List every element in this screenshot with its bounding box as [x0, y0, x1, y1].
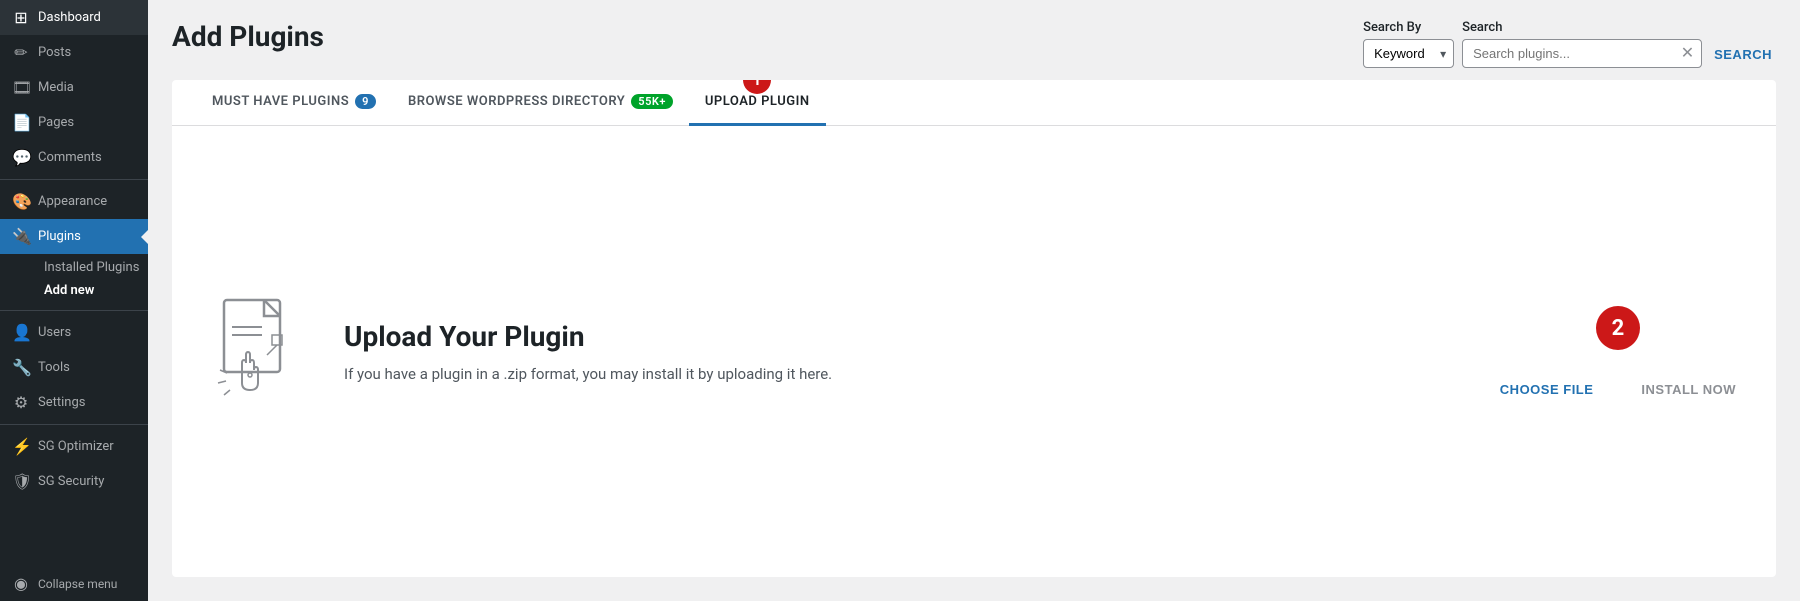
sidebar-item-plugins[interactable]: 🔌 Plugins	[0, 219, 148, 254]
search-area: Search By Keyword Author Tag Search ✕ SE…	[1363, 20, 1776, 68]
sidebar-item-users[interactable]: 👤 Users	[0, 315, 148, 350]
install-now-button[interactable]: INSTALL NOW	[1641, 382, 1736, 397]
sidebar: ⊞ Dashboard ✏ Posts 🎞 Media 📄 Pages 💬 Co…	[0, 0, 148, 601]
page-title: Add Plugins	[172, 20, 324, 53]
sidebar-item-pages[interactable]: 📄 Pages	[0, 105, 148, 140]
upload-description: If you have a plugin in a .zip format, y…	[344, 365, 1468, 383]
tabs: MUST HAVE PLUGINS 9 BROWSE WORDPRESS DIR…	[172, 80, 1776, 126]
main-content: Add Plugins Search By Keyword Author Tag…	[148, 0, 1800, 601]
tab-browse[interactable]: BROWSE WORDPRESS DIRECTORY 55K+	[392, 80, 689, 126]
sidebar-divider	[0, 179, 148, 180]
sg-security-icon: 🛡	[12, 472, 30, 491]
comments-icon: 💬	[12, 148, 30, 167]
upload-actions: 2 CHOOSE FILE INSTALL NOW	[1500, 306, 1736, 397]
sidebar-item-media[interactable]: 🎞 Media	[0, 70, 148, 105]
sidebar-divider-2	[0, 310, 148, 311]
sidebar-item-settings[interactable]: ⚙ Settings	[0, 385, 148, 420]
search-label: Search	[1462, 20, 1702, 35]
sidebar-item-comments[interactable]: 💬 Comments	[0, 140, 148, 175]
search-by-group: Search By Keyword Author Tag	[1363, 20, 1454, 68]
sidebar-item-label: Settings	[38, 395, 85, 410]
upload-text-area: Upload Your Plugin If you have a plugin …	[344, 320, 1468, 383]
sidebar-item-label: Media	[38, 80, 74, 95]
upload-plugin-icon	[212, 295, 312, 409]
sidebar-item-sg-security[interactable]: 🛡 SG Security	[0, 464, 148, 499]
upload-panel: Upload Your Plugin If you have a plugin …	[172, 126, 1776, 577]
sidebar-submenu-installed-plugins[interactable]: Installed Plugins	[36, 256, 148, 279]
tab-must-have[interactable]: MUST HAVE PLUGINS 9	[196, 80, 392, 126]
tab-upload[interactable]: 1 UPLOAD PLUGIN	[689, 80, 826, 126]
sidebar-item-label: Pages	[38, 115, 74, 130]
sidebar-item-sg-optimizer[interactable]: ⚡ SG Optimizer	[0, 429, 148, 464]
sidebar-submenu-add-new[interactable]: Add new	[36, 279, 148, 302]
sidebar-item-label: Dashboard	[38, 10, 101, 25]
pages-icon: 📄	[12, 113, 30, 132]
sidebar-item-label: Appearance	[38, 194, 107, 209]
search-group: Search ✕	[1462, 20, 1702, 68]
collapse-icon: ◉	[12, 574, 30, 593]
tab-step-badge: 1	[743, 80, 771, 94]
sidebar-item-label: SG Optimizer	[38, 439, 114, 454]
sidebar-item-label: Posts	[38, 45, 71, 60]
sidebar-item-posts[interactable]: ✏ Posts	[0, 35, 148, 70]
content-area: MUST HAVE PLUGINS 9 BROWSE WORDPRESS DIR…	[172, 80, 1776, 577]
search-by-select-wrapper: Keyword Author Tag	[1363, 39, 1454, 68]
sidebar-divider-3	[0, 424, 148, 425]
sidebar-bottom: ◉ Collapse menu	[0, 566, 148, 601]
sidebar-item-appearance[interactable]: 🎨 Appearance	[0, 184, 148, 219]
sidebar-submenu-plugins: Installed Plugins Add new	[0, 254, 148, 306]
search-button[interactable]: SEARCH	[1710, 41, 1776, 68]
tab-must-have-badge: 9	[355, 94, 376, 109]
sidebar-item-label: Plugins	[38, 229, 81, 244]
tools-icon: 🔧	[12, 358, 30, 377]
sidebar-item-label: Users	[38, 325, 71, 340]
search-clear-button[interactable]: ✕	[1681, 46, 1694, 62]
action-buttons: CHOOSE FILE INSTALL NOW	[1500, 382, 1736, 397]
appearance-icon: 🎨	[12, 192, 30, 211]
step2-badge: 2	[1596, 306, 1640, 350]
dashboard-icon: ⊞	[12, 8, 30, 27]
search-by-label: Search By	[1363, 20, 1454, 35]
sidebar-item-label: SG Security	[38, 474, 104, 489]
sidebar-item-label: Comments	[38, 150, 102, 165]
sg-optimizer-icon: ⚡	[12, 437, 30, 456]
tab-browse-badge: 55K+	[631, 94, 673, 109]
choose-file-button[interactable]: CHOOSE FILE	[1500, 382, 1594, 397]
sidebar-active-indicator	[141, 229, 148, 245]
sidebar-collapse[interactable]: ◉ Collapse menu	[0, 566, 148, 601]
page-header: Add Plugins Search By Keyword Author Tag…	[148, 0, 1800, 80]
tab-must-have-label: MUST HAVE PLUGINS	[212, 94, 349, 109]
settings-icon: ⚙	[12, 393, 30, 412]
search-input-wrapper: ✕	[1462, 39, 1702, 68]
posts-icon: ✏	[12, 43, 30, 62]
upload-title: Upload Your Plugin	[344, 320, 1468, 353]
search-input[interactable]	[1462, 39, 1702, 68]
tab-browse-label: BROWSE WORDPRESS DIRECTORY	[408, 94, 625, 109]
users-icon: 👤	[12, 323, 30, 342]
plugins-icon: 🔌	[12, 227, 30, 246]
sidebar-item-tools[interactable]: 🔧 Tools	[0, 350, 148, 385]
sidebar-item-dashboard[interactable]: ⊞ Dashboard	[0, 0, 148, 35]
sidebar-item-label: Tools	[38, 360, 70, 375]
media-icon: 🎞	[12, 78, 30, 97]
collapse-label: Collapse menu	[38, 577, 117, 591]
search-by-select[interactable]: Keyword Author Tag	[1363, 39, 1454, 68]
tab-upload-label: UPLOAD PLUGIN	[705, 94, 810, 109]
